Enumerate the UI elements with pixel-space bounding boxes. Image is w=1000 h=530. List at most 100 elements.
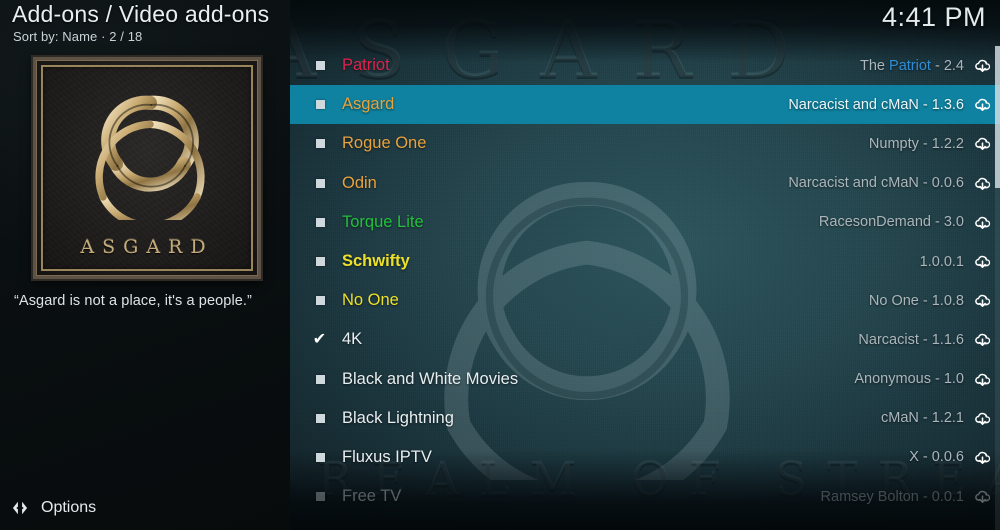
breadcrumb: Add-ons / Video add-ons (12, 1, 270, 27)
addon-poster: ASGARD (31, 55, 263, 281)
addon-name: Fluxus IPTV (342, 447, 432, 466)
addon-name: No One (342, 291, 399, 310)
addon-name: Black Lightning (342, 408, 454, 427)
cloud-download-icon (975, 138, 991, 151)
addon-meta: 1.0.0.1 (920, 252, 992, 271)
cloud-download-icon (975, 373, 991, 386)
addon-provider-prefix: The (860, 57, 890, 74)
addon-provider-version: RacesonDemand - 3.0 (818, 214, 964, 231)
addon-provider-version: Anonymous - 1.0 (854, 371, 964, 388)
addon-provider-version: No One - 1.0.8 (868, 292, 964, 309)
triple-horn-of-odin-icon (95, 95, 205, 220)
addon-meta: Anonymous - 1.0 (854, 370, 992, 389)
poster-title: ASGARD (80, 236, 214, 258)
addon-meta-text: X - 0.0.6 (909, 449, 964, 465)
addon-provider-version: Narcacist and cMaN - 1.3.6 (788, 96, 964, 113)
cloud-download-icon (975, 490, 991, 504)
scrollbar-thumb[interactable] (995, 46, 1000, 188)
cloud-download-icon (975, 451, 991, 464)
addon-provider-version: X - 0.0.6 (909, 449, 964, 466)
addon-meta-text: RacesonDemand - 3.0 (819, 214, 964, 230)
list-item[interactable]: Black and White Movies Anonymous - 1.0 (290, 360, 1000, 399)
bullet-icon (316, 296, 325, 306)
list-item[interactable]: Schwifty 1.0.0.1 (290, 242, 1000, 281)
list-item[interactable]: Rogue One Numpty - 1.2.2 (290, 124, 1000, 163)
addon-name: Odin (342, 173, 377, 192)
addon-name: Asgard (342, 95, 395, 114)
options-button[interactable]: Options (10, 494, 96, 522)
addon-name: Schwifty (342, 252, 410, 271)
addon-meta: Narcacist and cMaN - 0.0.6 (788, 174, 992, 193)
cloud-download-icon (975, 99, 991, 112)
clock: 4:41 PM (881, 2, 986, 32)
cloud-download-icon (975, 255, 991, 269)
list-item[interactable]: Patriot The Patriot - 2.4 (290, 46, 1000, 85)
bullet-icon (316, 413, 325, 423)
addon-provider-version: Numpty - 1.2.2 (868, 135, 964, 152)
bullet-icon (316, 374, 325, 384)
addon-name: Rogue One (342, 134, 427, 153)
list-item[interactable]: Odin Narcacist and cMaN - 0.0.6 (290, 164, 1000, 203)
addon-name: Black and White Movies (342, 369, 519, 388)
list-item[interactable]: Fluxus IPTV X - 0.0.6 (290, 438, 1000, 477)
addon-meta: X - 0.0.6 (909, 448, 992, 467)
cloud-download-icon (975, 295, 991, 308)
bullet-icon (316, 257, 325, 267)
addon-provider-version: 1.0.0.1 (919, 253, 964, 270)
cloud-download-icon (975, 177, 991, 190)
addon-meta: Narcacist - 1.1.6 (858, 330, 992, 349)
bullet-icon (316, 217, 325, 227)
addon-meta-text: 1.0.0.1 (920, 254, 964, 270)
list-item[interactable]: Torque Lite RacesonDemand - 3.0 (290, 203, 1000, 242)
header-bar: Add-ons / Video add-ons Sort by: Name · … (0, 0, 1000, 46)
addon-meta-text: No One - 1.0.8 (869, 293, 964, 309)
addon-name: Torque Lite (342, 212, 424, 231)
cloud-download-icon (975, 412, 991, 425)
addon-meta: The Patriot - 2.4 (860, 56, 992, 75)
addon-meta-text: Ramsey Bolton - 0.0.1 (821, 489, 964, 505)
addon-name: 4K (342, 330, 363, 349)
addon-provider-version: Narcacist - 1.1.6 (858, 331, 964, 348)
addon-meta-text: Narcacist and cMaN - 1.3.6 (788, 97, 964, 113)
bullet-icon (316, 178, 325, 188)
addon-provider-version: cMaN - 1.2.1 (881, 410, 964, 427)
addon-provider-version: Narcacist and cMaN - 0.0.6 (788, 175, 964, 192)
addon-meta: RacesonDemand - 3.0 (819, 213, 992, 232)
addon-meta-text: Narcacist - 1.1.6 (858, 332, 964, 348)
addon-meta-text: Numpty - 1.2.2 (869, 136, 964, 152)
addon-meta-text: Narcacist and cMaN - 0.0.6 (788, 175, 964, 191)
list-item[interactable]: Free TV Ramsey Bolton - 0.0.1 (290, 477, 1000, 516)
poster-frame: ASGARD (31, 55, 263, 281)
addon-meta: No One - 1.0.8 (869, 291, 992, 310)
list-item[interactable]: ✔ 4K Narcacist - 1.1.6 (290, 320, 1000, 359)
options-label: Options (41, 499, 97, 516)
bullet-icon (316, 61, 325, 71)
addon-provider-version: Ramsey Bolton - 0.0.1 (820, 488, 964, 505)
addon-meta: Numpty - 1.2.2 (869, 134, 992, 153)
bullet-icon (316, 452, 325, 462)
addon-meta-text: cMaN - 1.2.1 (881, 410, 964, 426)
checkmark-icon: ✔ (312, 330, 327, 348)
addon-list[interactable]: Patriot The Patriot - 2.4 Asgard Narcacist … (290, 46, 1000, 530)
addon-name: Patriot (342, 56, 390, 75)
cloud-download-icon (975, 216, 991, 229)
addon-meta-text: Anonymous - 1.0 (854, 371, 964, 387)
list-item[interactable]: Asgard Narcacist and cMaN - 1.3.6 (290, 85, 1000, 125)
options-arrows-icon (12, 501, 28, 515)
sort-status: Sort by: Name · 2 / 18 (13, 29, 143, 44)
addon-meta: Narcacist and cMaN - 1.3.6 (788, 95, 992, 114)
cloud-download-icon (975, 59, 991, 73)
addon-tagline: “Asgard is not a place, it's a people.” (14, 293, 252, 309)
list-item[interactable]: Black Lightning cMaN - 1.2.1 (290, 399, 1000, 438)
addon-meta: Ramsey Bolton - 0.0.1 (821, 487, 992, 506)
addon-meta: cMaN - 1.2.1 (881, 409, 992, 428)
addon-provider-highlight: Patriot (889, 57, 931, 74)
addon-meta-text: The Patriot - 2.4 (860, 58, 964, 74)
bullet-icon (316, 100, 325, 110)
bullet-icon (316, 492, 325, 502)
list-scrollbar[interactable] (995, 46, 1000, 530)
kodi-addon-browser: ASGARD THE REALM OF STREAMING (0, 0, 1000, 530)
bullet-icon (316, 139, 325, 149)
list-item[interactable]: No One No One - 1.0.8 (290, 281, 1000, 320)
addon-version: - 2.4 (930, 57, 964, 74)
